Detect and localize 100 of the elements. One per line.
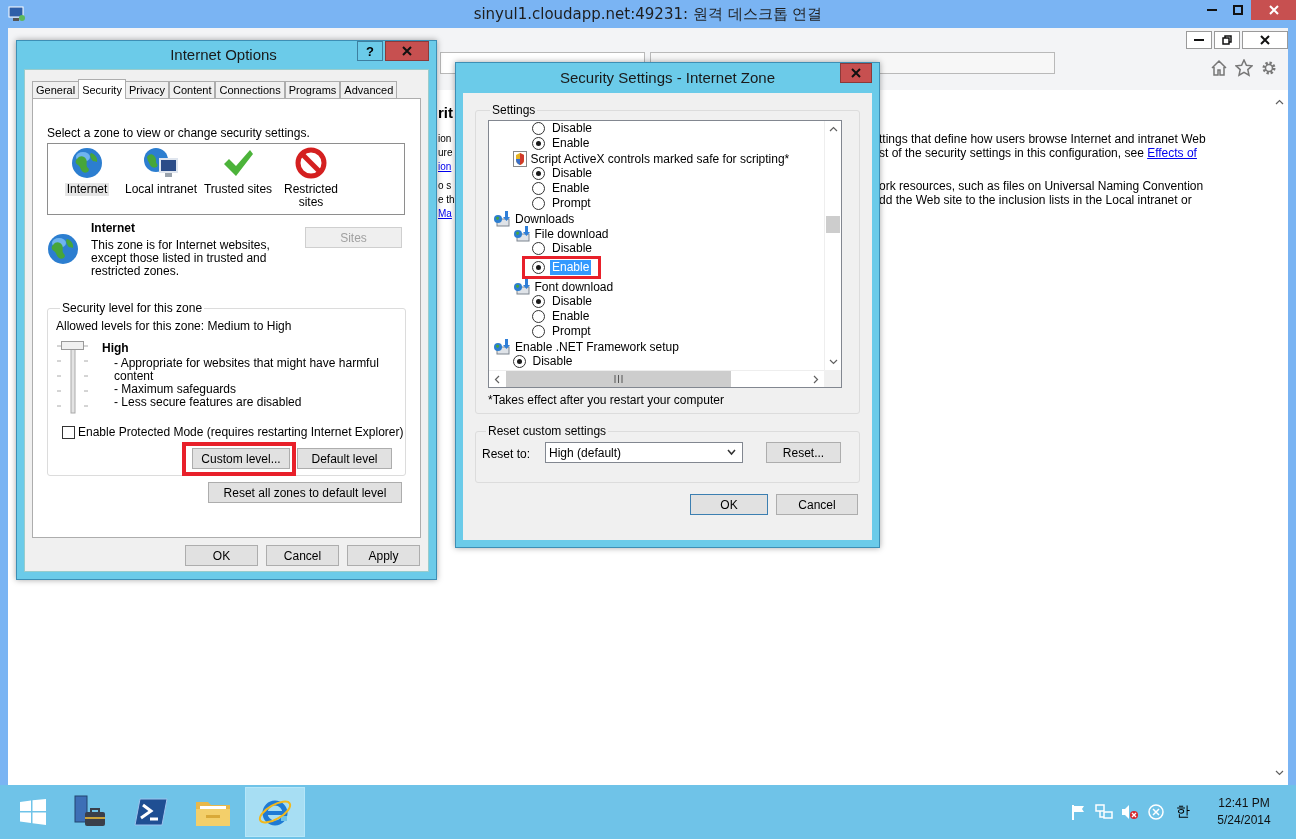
page-text: o s [438, 180, 452, 191]
radio-button[interactable] [532, 310, 545, 323]
scroll-right-icon [811, 375, 820, 384]
dialog-button[interactable]: OK [185, 545, 258, 566]
scrollbar[interactable] [489, 370, 824, 387]
radio-button[interactable] [532, 167, 545, 180]
taskbar-app[interactable] [245, 787, 305, 837]
radio-label: Enable [551, 136, 591, 151]
level-description: - Less secure features are disabled [114, 396, 303, 409]
star-icon[interactable] [1235, 59, 1253, 77]
download-icon [512, 225, 531, 242]
restore-button[interactable] [1214, 31, 1240, 49]
scroll-thumb[interactable] [506, 371, 731, 387]
globe-icon [47, 233, 79, 265]
settings-icon[interactable] [1260, 59, 1278, 77]
tab[interactable]: Advanced [340, 81, 398, 99]
computer-icon [8, 6, 26, 22]
tab[interactable]: General [32, 81, 80, 99]
minimize-icon [1194, 39, 1204, 41]
page-text: st of the security settings in this configuration, see [879, 146, 1145, 160]
level-button[interactable]: Default level [297, 448, 392, 469]
dialog-button[interactable]: Cancel [776, 494, 858, 515]
close-icon [402, 46, 412, 56]
dialog-title: Security Settings - Internet Zone [558, 68, 777, 88]
level-description: - Appropriate for websites that might have harmful content [114, 357, 380, 383]
tab[interactable]: Connections [215, 81, 285, 99]
terminal-icon [134, 797, 168, 827]
page-text: ion [438, 133, 452, 144]
tab[interactable]: Privacy [124, 81, 169, 99]
radio-label: Disable [551, 166, 594, 181]
reset-button[interactable]: Reset... [766, 442, 842, 463]
page-text: ttings that define how users browse Internet and intranet Web [879, 132, 1206, 146]
zone-item[interactable]: Trusted sites [201, 183, 275, 196]
dropdown[interactable]: High (default) [545, 442, 744, 463]
page-text: ork resources, such as files on Universal Naming Convention [879, 179, 1204, 193]
close-icon [851, 68, 861, 78]
tree-item[interactable]: Script ActiveX controls marked safe for scripting* [530, 151, 790, 166]
dialog-button[interactable]: OK [690, 494, 768, 515]
minimize-icon [1207, 9, 1217, 11]
volume-muted-icon[interactable] [1121, 804, 1139, 820]
radio-button[interactable] [512, 355, 526, 368]
close-button[interactable] [1242, 31, 1288, 49]
radio-label: Enable [551, 309, 591, 324]
zone-item[interactable]: Local intranet [122, 183, 199, 196]
level-button[interactable]: Custom level... [192, 448, 290, 469]
allowed-levels-text: Allowed levels for this zone: Medium to High [56, 319, 293, 333]
tree-item[interactable]: File download [534, 226, 609, 241]
tree-item[interactable]: Enable .NET Framework setup [515, 339, 679, 354]
link[interactable]: ion [438, 161, 452, 172]
scroll-down-icon [829, 357, 838, 366]
help-button[interactable]: ? [357, 41, 383, 61]
tree-item[interactable]: Downloads [515, 211, 575, 226]
zone-item[interactable]: Internet [64, 183, 110, 196]
group-label: Security level for this zone [61, 301, 204, 315]
link[interactable]: Ma [438, 208, 452, 219]
radio-label: Disable [531, 354, 574, 369]
radio-button[interactable] [532, 242, 545, 255]
radio-button[interactable] [532, 261, 545, 274]
security-level-slider[interactable] [56, 341, 90, 414]
scroll-thumb[interactable] [826, 216, 840, 233]
dialog-button[interactable]: Cancel [266, 545, 339, 566]
link[interactable]: Effects of [1147, 146, 1197, 160]
checkbox[interactable] [62, 425, 75, 439]
zone-description: This zone is for Internet websites, except those listed in trusted and restricted zones. [91, 239, 271, 278]
radio-button[interactable] [532, 295, 545, 308]
tree-item[interactable]: Font download [534, 279, 614, 294]
home-icon[interactable] [1210, 59, 1228, 77]
globe-monitor-icon [143, 147, 179, 179]
grip-icon [614, 375, 623, 383]
globe-icon [71, 147, 103, 179]
window-title: sinyul1.cloudapp.net:49231: 원격 데스크톱 연결 [472, 4, 824, 25]
close-icon [1260, 35, 1270, 45]
input-language[interactable]: 한 [1176, 803, 1190, 821]
script-document-icon [512, 150, 527, 167]
dialog-button[interactable]: Apply [347, 545, 420, 566]
radio-button[interactable] [532, 182, 545, 195]
radio-button[interactable] [532, 197, 545, 210]
footnote: *Takes effect after you restart your computer [488, 393, 725, 407]
radio-label: Enable [551, 181, 591, 196]
level-description: - Maximum safeguards [114, 383, 238, 396]
minimize-button[interactable] [1186, 31, 1212, 49]
radio-button[interactable] [532, 122, 545, 135]
reset-all-button[interactable]: Reset all zones to default level [208, 482, 402, 503]
tab[interactable]: Content [168, 81, 216, 99]
radio-button[interactable] [532, 325, 545, 338]
radio-button[interactable] [532, 137, 545, 150]
radio-label: Prompt [551, 196, 592, 211]
scrollbar[interactable] [824, 121, 841, 370]
page-text: dd the Web site to the inclusion lists in the Local intranet or [879, 193, 1192, 207]
radio-label: Enable [550, 260, 592, 275]
slider-thumb[interactable] [61, 341, 84, 350]
radio-label: Disable [551, 121, 594, 136]
zone-item[interactable]: Restricted sites [276, 183, 346, 209]
tab[interactable]: Programs [284, 81, 341, 99]
radio-label: Prompt [551, 324, 592, 339]
clock[interactable]: 12:41 PM 5/24/2014 [1206, 795, 1282, 829]
no-entry-icon [295, 147, 327, 179]
group-label: Settings [491, 103, 537, 117]
tab[interactable]: Security [78, 79, 126, 99]
page-heading: rit [438, 103, 454, 123]
